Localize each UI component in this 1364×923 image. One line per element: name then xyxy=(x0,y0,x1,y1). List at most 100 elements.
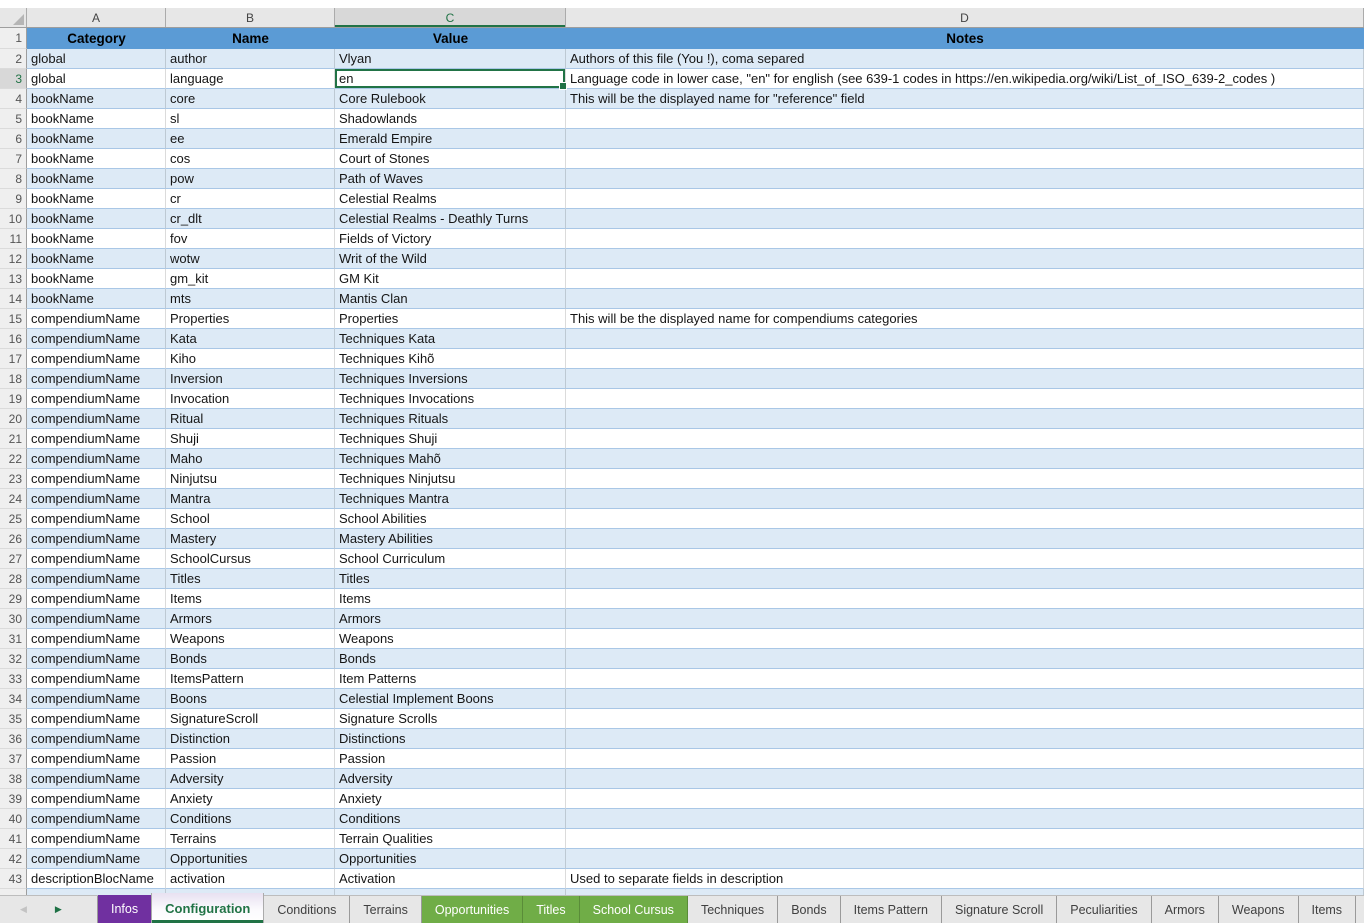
cell-value[interactable]: Mastery Abilities xyxy=(335,529,566,549)
cell-name[interactable]: Mastery xyxy=(166,529,335,549)
cell-name[interactable]: Items xyxy=(166,589,335,609)
row-number[interactable]: 28 xyxy=(0,569,27,589)
cell-category[interactable]: bookName xyxy=(27,129,166,149)
cell-value[interactable]: Techniques Mahõ xyxy=(335,449,566,469)
cell-name[interactable]: fov xyxy=(166,229,335,249)
cell-category[interactable]: compendiumName xyxy=(27,409,166,429)
cell-notes[interactable] xyxy=(566,469,1364,489)
cell-category[interactable]: compendiumName xyxy=(27,329,166,349)
cell-category[interactable]: compendiumName xyxy=(27,829,166,849)
cell-category[interactable]: bookName xyxy=(27,249,166,269)
cell-value[interactable]: Opportunities xyxy=(335,849,566,869)
row-number[interactable]: 27 xyxy=(0,549,27,569)
cell-notes[interactable] xyxy=(566,409,1364,429)
cell-notes[interactable] xyxy=(566,529,1364,549)
sheet-tab[interactable]: School Cursus xyxy=(580,896,688,923)
table-header-cell[interactable]: Notes xyxy=(566,28,1364,49)
sheet-tab[interactable]: Weapons xyxy=(1219,896,1299,923)
cell-value[interactable]: Mantis Clan xyxy=(335,289,566,309)
cell-name[interactable]: gm_kit xyxy=(166,269,335,289)
cell-name[interactable]: Boons xyxy=(166,689,335,709)
row-number[interactable]: 40 xyxy=(0,809,27,829)
cell-category[interactable]: compendiumName xyxy=(27,689,166,709)
row-number[interactable]: 31 xyxy=(0,629,27,649)
table-header-cell[interactable]: Value xyxy=(335,28,566,49)
cell-notes[interactable] xyxy=(566,189,1364,209)
cell-name[interactable]: Conditions xyxy=(166,809,335,829)
cell-value[interactable]: School Curriculum xyxy=(335,549,566,569)
column-header[interactable]: D xyxy=(566,8,1364,27)
cell-name[interactable]: cos xyxy=(166,149,335,169)
cell-category[interactable]: global xyxy=(27,69,166,89)
row-number[interactable]: 4 xyxy=(0,89,27,109)
cell-notes[interactable] xyxy=(566,429,1364,449)
row-number[interactable]: 17 xyxy=(0,349,27,369)
cell-value[interactable]: Techniques Invocations xyxy=(335,389,566,409)
cell-category[interactable]: compendiumName xyxy=(27,849,166,869)
cell-notes[interactable]: Authors of this file (You !), coma separ… xyxy=(566,49,1364,69)
cell-notes[interactable] xyxy=(566,109,1364,129)
cell-category[interactable]: compendiumName xyxy=(27,809,166,829)
cell-category[interactable]: compendiumName xyxy=(27,769,166,789)
cell-value[interactable]: Emerald Empire xyxy=(335,129,566,149)
cell-value[interactable]: Techniques Shuji xyxy=(335,429,566,449)
cell-value[interactable]: en xyxy=(335,69,566,89)
cell-name[interactable]: mts xyxy=(166,289,335,309)
row-number[interactable]: 36 xyxy=(0,729,27,749)
cell-notes[interactable] xyxy=(566,149,1364,169)
cell-name[interactable]: Properties xyxy=(166,309,335,329)
row-number[interactable]: 16 xyxy=(0,329,27,349)
prev-sheet-arrow-icon[interactable]: ◀ xyxy=(20,905,27,914)
cell-value[interactable]: Court of Stones xyxy=(335,149,566,169)
cell-value[interactable]: Activation xyxy=(335,869,566,889)
cell-name[interactable]: Adversity xyxy=(166,769,335,789)
cell-notes[interactable] xyxy=(566,709,1364,729)
cell-name[interactable]: Kiho xyxy=(166,349,335,369)
cell-notes[interactable] xyxy=(566,549,1364,569)
cell-notes[interactable] xyxy=(566,249,1364,269)
sheet-tab[interactable]: Armors xyxy=(1152,896,1219,923)
cell-name[interactable]: Titles xyxy=(166,569,335,589)
cell-value[interactable]: Techniques Kata xyxy=(335,329,566,349)
cell-notes[interactable] xyxy=(566,269,1364,289)
cell-name[interactable]: Armors xyxy=(166,609,335,629)
sheet-tab[interactable]: Signature Scroll xyxy=(942,896,1057,923)
cell-category[interactable]: compendiumName xyxy=(27,649,166,669)
row-number[interactable]: 7 xyxy=(0,149,27,169)
cell-value[interactable]: Writ of the Wild xyxy=(335,249,566,269)
row-number[interactable]: 5 xyxy=(0,109,27,129)
select-all-corner[interactable] xyxy=(0,8,27,27)
sheet-tab[interactable]: Terrains xyxy=(350,896,421,923)
cell-notes[interactable] xyxy=(566,489,1364,509)
cell-value[interactable]: Shadowlands xyxy=(335,109,566,129)
sheet-tab[interactable]: Bonds xyxy=(778,896,840,923)
cell-value[interactable]: Properties xyxy=(335,309,566,329)
table-header-cell[interactable]: Category xyxy=(27,28,166,49)
sheet-tab[interactable]: Peculiarities xyxy=(1057,896,1151,923)
row-number[interactable]: 42 xyxy=(0,849,27,869)
cell-name[interactable]: Ritual xyxy=(166,409,335,429)
cell-notes[interactable] xyxy=(566,449,1364,469)
sheet-tab[interactable]: Titles xyxy=(523,896,579,923)
cell-category[interactable]: bookName xyxy=(27,89,166,109)
cell-value[interactable]: Item Patterns xyxy=(335,669,566,689)
cell-name[interactable]: Maho xyxy=(166,449,335,469)
cell-notes[interactable] xyxy=(566,629,1364,649)
cell-value[interactable]: Bonds xyxy=(335,649,566,669)
cell-value[interactable]: Celestial Realms xyxy=(335,189,566,209)
cell-category[interactable]: bookName xyxy=(27,149,166,169)
sheet-tab[interactable]: Items Pattern xyxy=(841,896,942,923)
cell-category[interactable]: compendiumName xyxy=(27,389,166,409)
row-number[interactable]: 3 xyxy=(0,69,27,89)
row-number[interactable]: 26 xyxy=(0,529,27,549)
sheet-tab[interactable]: Configuration xyxy=(151,893,264,923)
cell-name[interactable]: ee xyxy=(166,129,335,149)
cell-value[interactable]: Passion xyxy=(335,749,566,769)
row-number[interactable]: 32 xyxy=(0,649,27,669)
cell-notes[interactable] xyxy=(566,669,1364,689)
row-number[interactable]: 18 xyxy=(0,369,27,389)
cell-value[interactable]: Techniques Inversions xyxy=(335,369,566,389)
cell-category[interactable]: compendiumName xyxy=(27,449,166,469)
cell-notes[interactable]: Language code in lower case, "en" for en… xyxy=(566,69,1364,89)
cell-category[interactable]: bookName xyxy=(27,269,166,289)
